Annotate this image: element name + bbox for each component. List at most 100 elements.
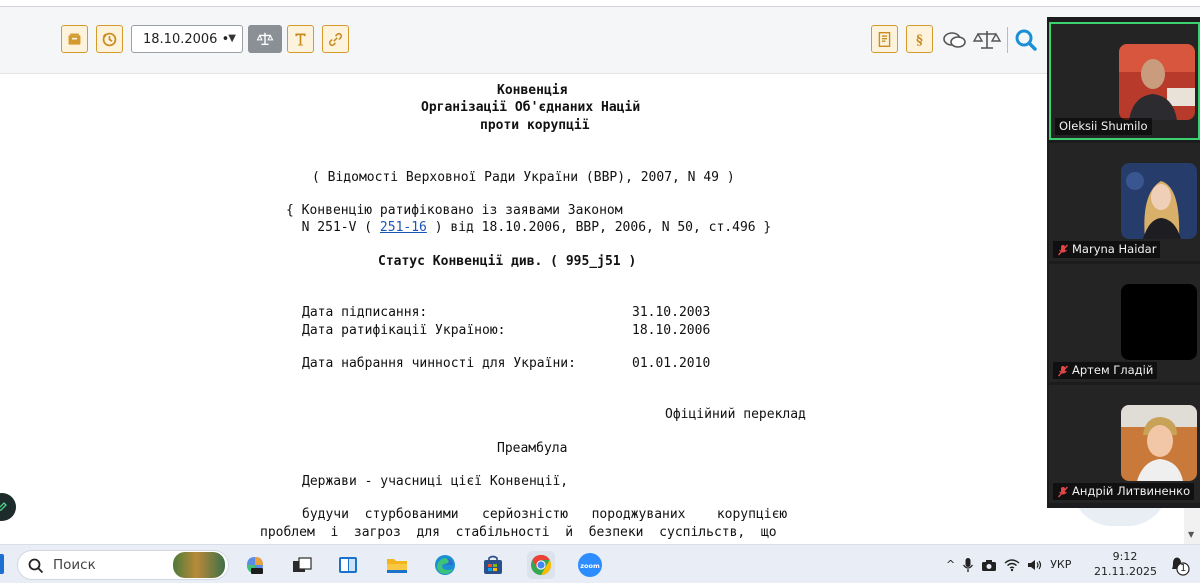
page-scrollbar[interactable]: ▼ — [1184, 508, 1200, 544]
windows-taskbar: Поиск zoom ^ УКР 9:12 21.11.2025 1 — [0, 544, 1200, 583]
store-icon — [484, 555, 502, 574]
doc-date-value-signed: 31.10.2003 — [632, 305, 711, 320]
widgets-icon — [339, 557, 357, 573]
taskbar-chrome[interactable] — [527, 551, 555, 579]
zoom-icon: zoom — [578, 553, 602, 577]
doc-title-line-2: Організації Об'єднаних Націй — [421, 100, 641, 115]
participant-name-tag: Андрій Литвиненко — [1053, 483, 1195, 500]
participant-name-tag: Oleksii Shumilo — [1055, 118, 1152, 135]
scroll-down-arrow-icon[interactable]: ▼ — [1188, 530, 1194, 539]
participant-video-off — [1121, 284, 1197, 360]
doc-ratified-line-1: { Конвенцію ратифіковано із заявами Зако… — [286, 203, 623, 218]
doc-ratified-line-2: N 251-V ( 251-16 ) від 18.10.2006, ВВР, … — [286, 219, 772, 236]
doc-official-translation: Офіційний переклад — [665, 407, 806, 422]
start-button-partial[interactable] — [0, 554, 4, 574]
taskbar-task-view[interactable] — [288, 551, 316, 579]
link-icon — [329, 32, 342, 46]
participant-video-frame — [1119, 44, 1195, 120]
doc-date-value-ratified: 18.10.2006 — [632, 323, 711, 338]
doc-date-label-signed: Дата підписання: — [302, 305, 428, 320]
edge-icon — [435, 555, 455, 575]
doc-ratified-post: ) від 18.10.2006, ВВР, 2006, N 50, ст.49… — [426, 220, 772, 235]
notifications-button[interactable]: 1 — [1168, 554, 1190, 580]
tray-overflow-chevron-icon[interactable]: ^ — [946, 558, 955, 571]
doc-title-line-1: Конвенція — [497, 83, 568, 98]
paragraph-icon: § — [916, 32, 923, 47]
doc-source: ( Відомості Верховної Ради України (ВВР)… — [312, 170, 735, 185]
bell-icon — [1172, 557, 1190, 576]
compare-button[interactable] — [971, 27, 1003, 53]
doc-date-label-ratified: Дата ратифікації Україною: — [302, 323, 506, 338]
participant-name-tag: Артем Гладій — [1053, 362, 1158, 379]
copilot-icon — [247, 557, 263, 574]
clock-date: 21.11.2025 — [1094, 565, 1157, 578]
participant-name-tag: Maryna Haidar — [1053, 241, 1161, 258]
wifi-icon[interactable] — [1004, 558, 1020, 572]
participant-tile[interactable]: Maryna Haidar — [1049, 143, 1200, 261]
screen: 18.10.2006 • ▼ § Конвенція Організації О… — [0, 0, 1200, 583]
toolbar-divider — [1007, 27, 1008, 53]
task-view-icon — [293, 557, 312, 572]
scales-icon — [256, 32, 274, 46]
participant-tile[interactable]: Артем Гладій — [1049, 264, 1200, 382]
participant-video — [1119, 44, 1195, 120]
microphone-icon[interactable] — [962, 557, 974, 573]
notification-count: 1 — [1180, 563, 1187, 574]
participant-video — [1121, 163, 1197, 239]
document-structure-button[interactable] — [871, 25, 898, 53]
search-button[interactable] — [1012, 27, 1040, 53]
clock-time: 9:12 — [1112, 550, 1138, 563]
edition-date-value: 18.10.2006 • — [143, 31, 230, 47]
paragraph-button[interactable]: § — [906, 25, 933, 53]
taskbar-copilot[interactable] — [241, 551, 269, 579]
history-icon — [102, 32, 117, 46]
svg-text:§: § — [916, 32, 923, 47]
chrome-icon — [531, 554, 552, 576]
participant-tile[interactable]: Oleksii Shumilo — [1049, 22, 1200, 140]
participant-video — [1121, 405, 1197, 481]
taskbar-search[interactable]: Поиск — [17, 550, 229, 580]
document-structure-icon — [878, 31, 891, 47]
doc-date-value-effective: 01.01.2010 — [632, 356, 711, 371]
link-button[interactable] — [322, 25, 349, 53]
comments-button[interactable] — [941, 27, 969, 53]
document-toolbar: 18.10.2006 • ▼ § — [0, 7, 1200, 74]
participant-video-frame — [1121, 405, 1197, 481]
zoom-participants-panel: Oleksii Shumilo Maryna Haidar Артем Глад… — [1047, 17, 1200, 508]
text-icon — [295, 33, 306, 45]
participant-name: Андрій Литвиненко — [1072, 484, 1191, 498]
taskbar-edge[interactable] — [431, 551, 459, 579]
archive-button[interactable] — [61, 25, 88, 53]
text-button[interactable] — [287, 25, 314, 53]
volume-icon[interactable] — [1027, 558, 1043, 572]
doc-body-line-1: будучи стурбованими серйозністю породжув… — [302, 507, 788, 522]
scales-button[interactable] — [248, 25, 282, 53]
participant-tile[interactable]: Андрій Литвиненко — [1049, 385, 1200, 503]
mic-muted-icon — [1057, 244, 1069, 255]
camera-icon[interactable] — [981, 558, 997, 572]
taskbar-file-explorer[interactable] — [383, 551, 411, 579]
taskbar-zoom[interactable]: zoom — [576, 551, 604, 579]
taskbar-widgets[interactable] — [334, 551, 362, 579]
law-251-16-link[interactable]: 251-16 — [380, 220, 427, 235]
participant-video-frame — [1121, 163, 1197, 239]
participant-name: Maryna Haidar — [1072, 242, 1157, 256]
comments-icon — [943, 32, 966, 48]
doc-ratified-pre: N 251-V ( — [286, 220, 380, 235]
doc-preamble-heading: Преамбула — [497, 441, 568, 456]
taskbar-store[interactable] — [479, 551, 507, 579]
taskbar-search-placeholder: Поиск — [53, 557, 96, 573]
doc-body-line-2: проблем і загроз для стабільності й безп… — [260, 525, 777, 540]
taskbar-clock[interactable]: 9:12 21.11.2025 — [1094, 549, 1157, 579]
chevron-down-icon: ▼ — [228, 33, 236, 44]
participant-name: Артем Гладій — [1072, 363, 1154, 377]
search-icon — [28, 558, 44, 574]
doc-states-line: Держави - учасниці цієї Конвенції, — [302, 474, 569, 489]
doc-title-line-3: проти корупції — [480, 118, 590, 133]
edition-date-select[interactable]: 18.10.2006 • ▼ — [131, 25, 243, 53]
search-icon — [1015, 29, 1037, 51]
language-indicator[interactable]: УКР — [1050, 558, 1071, 571]
system-tray: ^ УКР — [946, 545, 1071, 583]
history-button[interactable] — [96, 25, 123, 53]
pencil-icon — [0, 502, 7, 512]
